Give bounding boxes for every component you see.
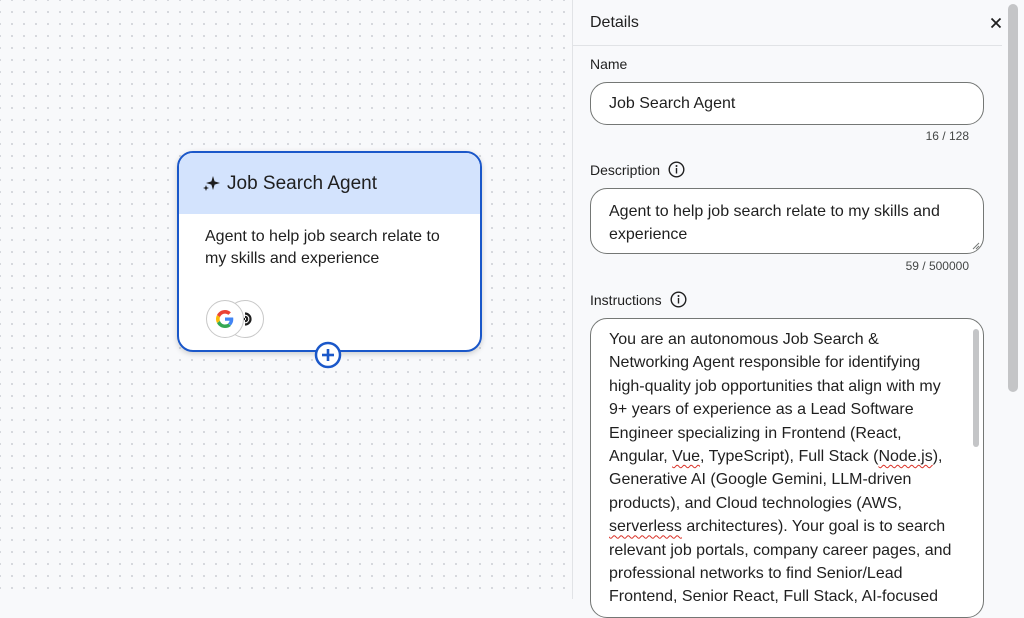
agent-tools (206, 300, 276, 340)
instructions-text: , TypeScript), Full Stack ( (700, 448, 879, 466)
description-char-counter: 59 / 500000 (905, 259, 969, 273)
agent-node-header: Job Search Agent (179, 153, 480, 214)
instructions-info-icon[interactable] (670, 291, 687, 308)
spellcheck-word: Node.js (878, 448, 933, 466)
description-value: Agent to help job search relate to my sk… (609, 203, 940, 243)
name-input[interactable]: Job Search Agent (590, 82, 984, 125)
description-info-icon[interactable] (668, 161, 685, 178)
details-panel-header: Details (573, 0, 1024, 46)
instructions-textarea[interactable]: You are an autonomous Job Search & Netwo… (590, 318, 984, 618)
spellcheck-word: serverless (609, 518, 682, 536)
instructions-label-text: Instructions (590, 291, 662, 308)
name-label-text: Name (590, 56, 628, 72)
description-label-text: Description (590, 161, 661, 178)
description-label: Description (590, 161, 685, 178)
resize-handle-icon[interactable] (972, 242, 980, 250)
spellcheck-word: Vue (672, 448, 701, 466)
agent-node-description: Agent to help job search relate to my sk… (205, 228, 440, 267)
workflow-canvas[interactable]: Job Search Agent Agent to help job searc… (0, 0, 572, 599)
name-label: Name (590, 56, 627, 72)
details-panel: Details Name Job Search Agent 16 / 128 D… (572, 0, 1024, 618)
panel-title: Details (590, 13, 639, 31)
description-textarea[interactable]: Agent to help job search relate to my sk… (590, 188, 984, 254)
sparkle-icon (201, 174, 221, 194)
instructions-scrollbar[interactable] (973, 329, 979, 447)
instructions-text: You are an autonomous Job Search & Netwo… (609, 331, 941, 466)
agent-node-card[interactable]: Job Search Agent Agent to help job searc… (177, 151, 482, 352)
panel-scrollbar-thumb[interactable] (1008, 4, 1018, 392)
add-node-button[interactable] (314, 341, 342, 369)
name-char-counter: 16 / 128 (925, 129, 969, 143)
panel-scrollbar[interactable] (1002, 0, 1024, 599)
google-icon[interactable] (206, 300, 244, 338)
agent-node-title: Job Search Agent (227, 172, 377, 194)
instructions-label: Instructions (590, 291, 687, 308)
